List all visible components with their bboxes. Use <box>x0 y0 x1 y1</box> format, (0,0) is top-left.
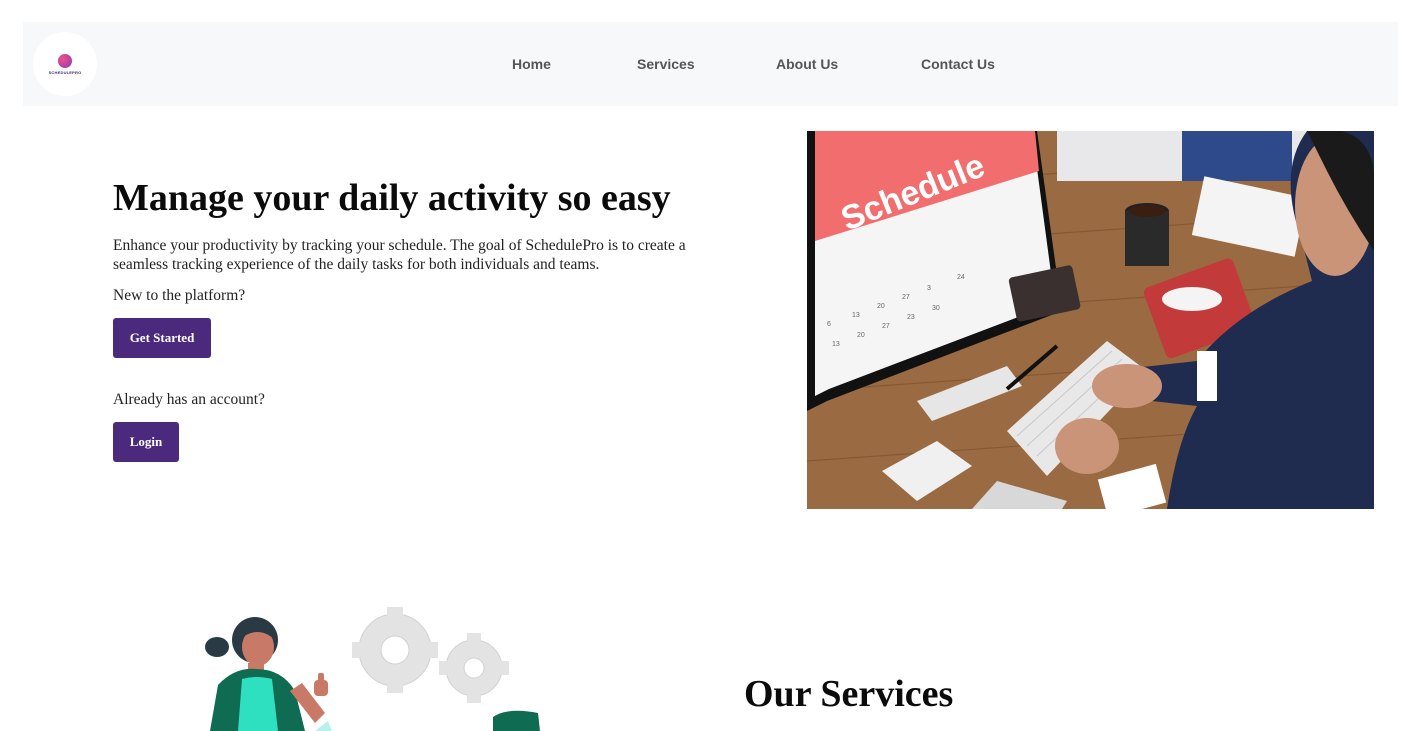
services-illustration <box>190 595 560 731</box>
nav-link-about-us[interactable]: About Us <box>776 56 838 72</box>
svg-text:13: 13 <box>852 312 860 319</box>
login-button[interactable]: Login <box>113 422 179 462</box>
hero-description: Enhance your productivity by tracking yo… <box>113 237 686 273</box>
hero-schedule-photo: Schedule 6 13 20 27 3 24 13 20 27 23 30 <box>807 131 1374 509</box>
nav-link-home[interactable]: Home <box>512 56 551 72</box>
svg-text:3: 3 <box>927 285 931 292</box>
svg-text:13: 13 <box>832 341 840 348</box>
new-user-prompt: New to the platform? <box>113 287 246 304</box>
svg-text:6: 6 <box>827 321 831 328</box>
svg-text:20: 20 <box>877 303 885 310</box>
navbar: SCHEDULEPRO Home Services About Us Conta… <box>23 22 1398 106</box>
svg-text:27: 27 <box>902 294 910 301</box>
svg-text:20: 20 <box>857 332 865 339</box>
hero-title: Manage your daily activity so easy <box>113 177 671 219</box>
services-section-title: Our Services <box>744 673 954 715</box>
svg-text:27: 27 <box>882 323 890 330</box>
logo-text: SCHEDULEPRO <box>48 69 82 75</box>
get-started-button[interactable]: Get Started <box>113 318 211 358</box>
nav-link-contact-us[interactable]: Contact Us <box>921 56 995 72</box>
nav-link-services[interactable]: Services <box>637 56 695 72</box>
svg-text:23: 23 <box>907 314 915 321</box>
calendar-logo-icon <box>58 53 72 68</box>
woman-with-gears-illustration <box>205 607 540 731</box>
svg-text:24: 24 <box>957 274 965 281</box>
svg-text:30: 30 <box>932 305 940 312</box>
schedulepro-logo[interactable]: SCHEDULEPRO <box>33 32 97 96</box>
desk-scene-illustration: Schedule 61320 27324 132027 2330 <box>807 131 1374 509</box>
woman-figure <box>205 617 328 731</box>
existing-account-prompt: Already has an account? <box>113 391 265 408</box>
